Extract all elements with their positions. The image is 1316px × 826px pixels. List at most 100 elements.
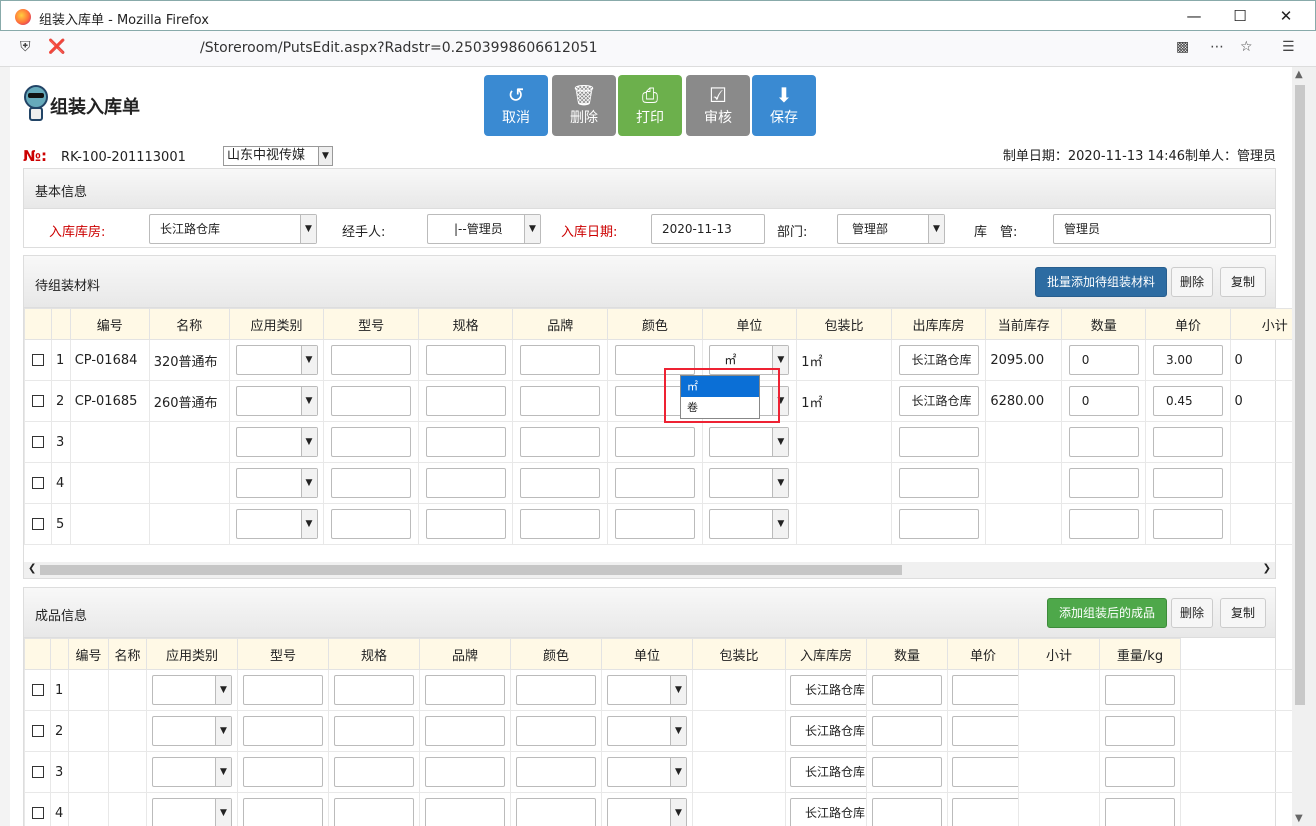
text-input[interactable]: [425, 798, 505, 826]
text-input[interactable]: [331, 386, 412, 416]
select-field[interactable]: ▼: [709, 509, 790, 539]
price-input[interactable]: [952, 757, 1018, 787]
materials-hscroll[interactable]: ❮ ❯: [24, 562, 1275, 578]
select-field[interactable]: ▼: [607, 798, 687, 826]
text-input[interactable]: [243, 675, 323, 705]
row-checkbox[interactable]: [31, 766, 44, 778]
maximize-icon[interactable]: ☐: [1225, 5, 1255, 27]
text-input[interactable]: [331, 509, 412, 539]
price-input[interactable]: 0.45: [1152, 386, 1223, 416]
menu-icon[interactable]: ☰: [1282, 39, 1295, 55]
out-warehouse-input[interactable]: [898, 509, 979, 539]
text-input[interactable]: [425, 345, 506, 375]
row-checkbox[interactable]: [32, 477, 44, 489]
row-checkbox[interactable]: [32, 518, 44, 530]
row-checkbox[interactable]: [32, 436, 44, 448]
weight-input[interactable]: [1105, 675, 1175, 705]
qty-input[interactable]: [872, 675, 942, 705]
text-input[interactable]: [516, 716, 596, 746]
text-input[interactable]: [425, 386, 506, 416]
select-field[interactable]: ▼: [152, 757, 232, 787]
qty-input[interactable]: [1068, 427, 1139, 457]
text-input[interactable]: [425, 427, 506, 457]
select-field[interactable]: ▼: [709, 427, 790, 457]
text-input[interactable]: [520, 468, 601, 498]
text-input[interactable]: [614, 427, 695, 457]
out-warehouse-input[interactable]: [898, 468, 979, 498]
row-checkbox[interactable]: [31, 684, 44, 696]
close-icon[interactable]: ✕: [1271, 5, 1301, 27]
materials-copy-button[interactable]: 复制: [1220, 267, 1266, 297]
unit-dropdown[interactable]: ㎡ 卷: [680, 375, 760, 419]
text-input[interactable]: [334, 716, 414, 746]
audit-button[interactable]: ☑ 审核: [686, 75, 750, 136]
add-product-button[interactable]: 添加组装后的成品: [1047, 598, 1167, 628]
select-field[interactable]: 长江路仓库▼: [790, 757, 866, 787]
text-input[interactable]: [520, 427, 601, 457]
bookmark-star-icon[interactable]: ☆: [1240, 39, 1253, 55]
products-copy-button[interactable]: 复制: [1220, 598, 1266, 628]
select-field[interactable]: ▼: [235, 427, 318, 457]
price-input[interactable]: [952, 798, 1018, 826]
hscroll-thumb[interactable]: [40, 565, 902, 575]
qr-code-icon[interactable]: ▩: [1176, 39, 1189, 55]
qty-input[interactable]: [1068, 468, 1139, 498]
select-field[interactable]: ▼: [709, 468, 790, 498]
text-input[interactable]: [425, 716, 505, 746]
products-delete-button[interactable]: 删除: [1171, 598, 1213, 628]
url-text[interactable]: /Storeroom/PutsEdit.aspx?Radstr=0.250399…: [200, 40, 598, 56]
text-input[interactable]: [334, 798, 414, 826]
text-input[interactable]: [520, 386, 601, 416]
delete-button[interactable]: 🗑 删除: [552, 75, 616, 136]
materials-delete-button[interactable]: 删除: [1171, 267, 1213, 297]
row-checkbox[interactable]: [32, 395, 44, 407]
unit-option[interactable]: 卷: [681, 397, 759, 418]
select-field[interactable]: ▼: [152, 716, 232, 746]
select-field[interactable]: ㎡ ▼: [709, 345, 790, 375]
text-input[interactable]: [331, 427, 412, 457]
print-button[interactable]: ⎙ 打印: [618, 75, 682, 136]
select-field[interactable]: ▼: [152, 675, 232, 705]
text-input[interactable]: [425, 509, 506, 539]
scroll-left-icon[interactable]: ❮: [28, 563, 36, 574]
keeper-input[interactable]: 管理员: [1053, 214, 1271, 244]
select-field[interactable]: ▼: [235, 386, 318, 416]
company-select[interactable]: 山东中视传媒 ▼: [223, 146, 333, 166]
qty-input[interactable]: 0: [1068, 345, 1139, 375]
select-field[interactable]: ▼: [235, 509, 318, 539]
select-field[interactable]: 长江路仓库▼: [790, 675, 866, 705]
select-field[interactable]: ▼: [152, 798, 232, 826]
text-input[interactable]: [243, 757, 323, 787]
text-input[interactable]: [243, 798, 323, 826]
minimize-icon[interactable]: —: [1179, 5, 1209, 27]
out-warehouse-input[interactable]: 长江路仓库: [898, 345, 979, 375]
save-button[interactable]: ⬇ 保存: [752, 75, 816, 136]
text-input[interactable]: [614, 468, 695, 498]
batch-add-materials-button[interactable]: 批量添加待组装材料: [1035, 267, 1167, 297]
text-input[interactable]: [334, 675, 414, 705]
select-field[interactable]: ▼: [235, 345, 318, 375]
select-field[interactable]: ▼: [607, 757, 687, 787]
text-input[interactable]: [520, 509, 601, 539]
select-field[interactable]: ▼: [607, 675, 687, 705]
more-actions-icon[interactable]: ⋯: [1210, 39, 1224, 55]
text-input[interactable]: [425, 757, 505, 787]
weight-input[interactable]: [1105, 757, 1175, 787]
text-input[interactable]: [331, 345, 412, 375]
select-field[interactable]: ▼: [607, 716, 687, 746]
price-input[interactable]: 3.00: [1152, 345, 1223, 375]
out-warehouse-input[interactable]: 长江路仓库: [898, 386, 979, 416]
qty-input[interactable]: 0: [1068, 386, 1139, 416]
price-input[interactable]: [952, 716, 1018, 746]
page-vscroll[interactable]: ▲ ▼: [1292, 67, 1316, 826]
price-input[interactable]: [1152, 509, 1223, 539]
text-input[interactable]: [516, 757, 596, 787]
scroll-down-icon[interactable]: ▼: [1295, 813, 1303, 824]
text-input[interactable]: [334, 757, 414, 787]
unit-option[interactable]: ㎡: [681, 376, 759, 397]
select-field[interactable]: 长江路仓库▼: [790, 716, 866, 746]
scroll-right-icon[interactable]: ❯: [1263, 563, 1271, 574]
qty-input[interactable]: [872, 798, 942, 826]
qty-input[interactable]: [872, 757, 942, 787]
qty-input[interactable]: [1068, 509, 1139, 539]
